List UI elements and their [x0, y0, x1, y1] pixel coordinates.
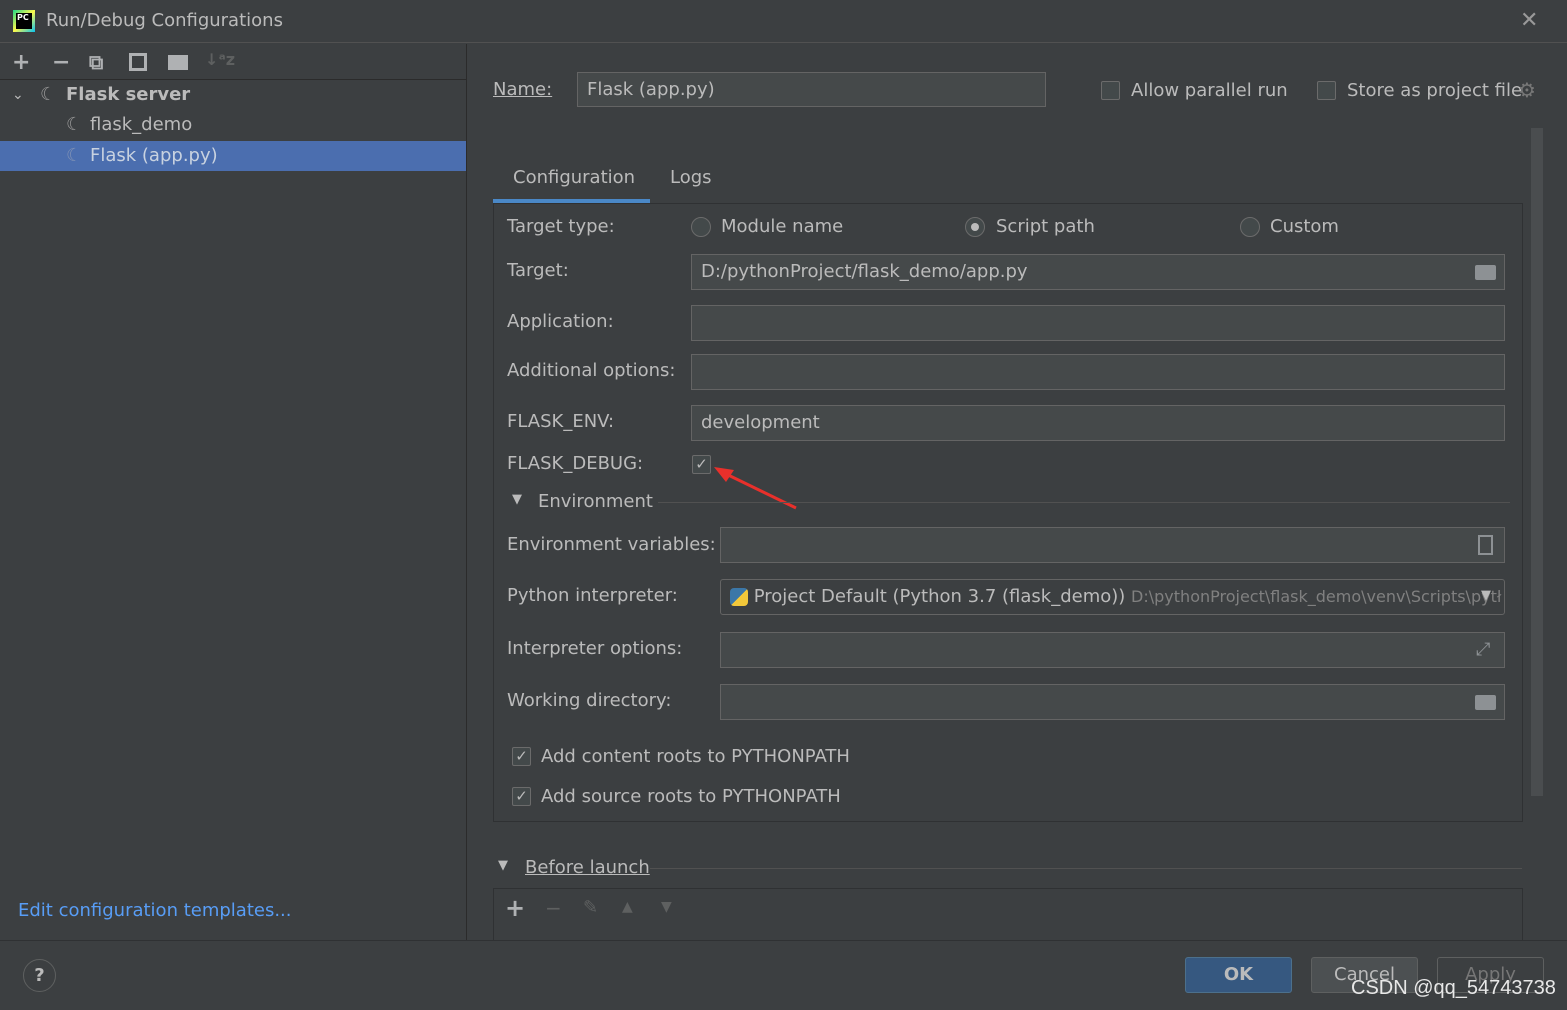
name-input[interactable]: Flask (app.py) [577, 72, 1046, 107]
watermark: CSDN @qq_54743738 [1351, 977, 1556, 999]
flask-icon: ☾ [40, 84, 57, 105]
radio-script-path[interactable] [965, 217, 985, 237]
folder-icon[interactable] [1475, 695, 1496, 710]
radio-label: Module name [721, 216, 844, 237]
application-input[interactable] [691, 305, 1505, 341]
add-icon[interactable]: + [12, 50, 30, 75]
tree-group-flask-server[interactable]: ⌄ ☾ Flask server [0, 80, 466, 110]
before-launch-collapse-icon[interactable]: ▼ [498, 858, 508, 873]
tree-group-label: Flask server [66, 84, 191, 105]
move-down-icon[interactable]: ▼ [661, 899, 672, 915]
scrollbar[interactable] [1531, 128, 1543, 796]
tab-configuration[interactable]: Configuration [513, 166, 635, 190]
tree-item-label: flask_demo [90, 114, 193, 135]
edit-task-icon[interactable]: ✎ [583, 897, 598, 918]
gear-icon[interactable]: ⚙ [1518, 78, 1536, 102]
document-icon[interactable] [1478, 535, 1493, 555]
red-arrow-annotation [714, 467, 797, 510]
env-vars-label: Environment variables: [507, 534, 716, 555]
interpreter-dropdown[interactable]: Project Default (Python 3.7 (flask_demo)… [720, 579, 1505, 615]
tab-logs[interactable]: Logs [670, 166, 712, 190]
help-button[interactable]: ? [23, 959, 56, 992]
allow-parallel-checkbox[interactable] [1101, 81, 1120, 100]
move-up-icon[interactable]: ▲ [622, 899, 633, 915]
allow-parallel-label: Allow parallel run [1131, 80, 1288, 101]
copy-icon[interactable]: ⧉ [89, 50, 103, 74]
working-dir-label: Working directory: [507, 690, 672, 711]
target-input[interactable]: D:/pythonProject/flask_demo/app.py [691, 254, 1505, 290]
radio-label: Custom [1270, 216, 1339, 237]
flask-icon: ☾ [66, 114, 83, 135]
radio-module-name[interactable] [691, 217, 711, 237]
tree-item-selected[interactable]: ☾ Flask (app.py) [0, 141, 466, 171]
tree-item[interactable]: ☾ flask_demo [0, 110, 466, 140]
radio-label: Script path [996, 216, 1095, 237]
before-launch-panel [493, 888, 1523, 940]
config-tree-panel [0, 44, 467, 940]
folder-icon[interactable] [1475, 265, 1496, 280]
interp-options-label: Interpreter options: [507, 638, 683, 659]
folder-add-icon[interactable] [168, 55, 188, 70]
source-roots-checkbox[interactable]: ✓ [512, 787, 531, 806]
pycharm-logo-icon: PC [13, 10, 35, 32]
store-project-checkbox[interactable] [1317, 81, 1336, 100]
flask-debug-checkbox[interactable]: ✓ [692, 455, 711, 474]
environment-section: Environment [538, 491, 653, 512]
additional-options-input[interactable] [691, 354, 1505, 390]
chevron-down-icon[interactable]: ▼ [1481, 588, 1491, 603]
interpreter-label: Python interpreter: [507, 585, 678, 606]
additional-options-label: Additional options: [507, 360, 676, 381]
close-icon[interactable]: ✕ [1520, 8, 1538, 33]
application-label: Application: [507, 311, 614, 332]
add-task-icon[interactable]: + [505, 894, 525, 922]
name-label: Name: [493, 79, 553, 100]
edit-templates-link[interactable]: Edit configuration templates... [18, 900, 292, 921]
flask-icon: ☾ [66, 145, 83, 166]
source-roots-label: Add source roots to PYTHONPATH [541, 786, 841, 807]
title-bar: PC Run/Debug Configurations ✕ [0, 0, 1567, 43]
flask-env-label: FLASK_ENV: [507, 411, 615, 432]
expand-icon[interactable]: ⤢ [1476, 639, 1490, 660]
working-dir-input[interactable] [720, 684, 1505, 720]
interpreter-path: D:\pythonProject\flask_demo\venv\Scripts… [1131, 587, 1502, 606]
tree-item-label: Flask (app.py) [90, 145, 218, 166]
interpreter-name: Project Default (Python 3.7 (flask_demo)… [753, 586, 1126, 607]
radio-custom[interactable] [1240, 217, 1260, 237]
content-roots-checkbox[interactable]: ✓ [512, 747, 531, 766]
flask-env-input[interactable]: development [691, 405, 1505, 441]
sort-icon[interactable]: ↓ᵃz [205, 50, 235, 69]
interp-options-input[interactable] [720, 632, 1505, 668]
store-project-label: Store as project file [1347, 80, 1523, 101]
before-launch-section: Before launch [525, 857, 650, 878]
content-roots-label: Add content roots to PYTHONPATH [541, 746, 850, 767]
chevron-down-icon[interactable]: ⌄ [12, 80, 24, 110]
target-label: Target: [507, 260, 569, 281]
python-icon [730, 588, 748, 606]
env-vars-input[interactable] [720, 527, 1505, 563]
target-type-label: Target type: [507, 216, 615, 237]
remove-icon[interactable]: − [52, 50, 70, 75]
window-title: Run/Debug Configurations [46, 10, 283, 31]
flask-debug-label: FLASK_DEBUG: [507, 453, 644, 474]
remove-task-icon[interactable]: − [545, 896, 562, 920]
ok-button[interactable]: OK [1185, 957, 1292, 993]
environment-collapse-icon[interactable]: ▼ [512, 492, 522, 507]
save-icon[interactable] [129, 53, 147, 71]
